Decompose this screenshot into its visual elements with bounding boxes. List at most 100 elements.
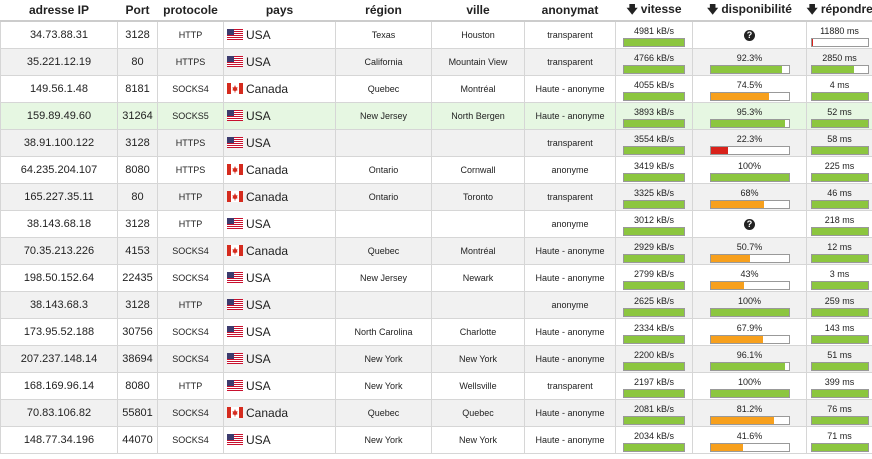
protocol-cell: HTTPS [157, 48, 224, 76]
country-name: USA [246, 298, 271, 312]
anonymity-cell: transparent [524, 48, 616, 76]
protocol-cell: SOCKS4 [157, 75, 224, 103]
table-row[interactable]: 165.227.35.11 80 HTTP Canada Ontario Toronto t… [0, 183, 872, 211]
availability-meter-value: 92.3% [736, 52, 763, 63]
speed-meter: 3554 kB/s [623, 132, 685, 155]
availability-meter-bar [709, 172, 790, 182]
anonymity-cell: Haute - anonyme [524, 264, 616, 292]
port-cell: 4153 [117, 237, 158, 265]
speed-meter-value: 3325 kB/s [633, 187, 675, 198]
country-cell: USA [223, 264, 336, 292]
usa-flag-icon [227, 353, 243, 364]
table-row[interactable]: 38.91.100.122 3128 HTTPS USA transparent 3554… [0, 129, 872, 157]
column-header-9[interactable]: 🡇 répondre [806, 0, 872, 22]
table-row[interactable]: 35.221.12.19 80 HTTPS USA California Mountain… [0, 48, 872, 76]
sort-arrow-icon[interactable]: 🡇 [807, 4, 818, 16]
table-row[interactable]: 207.237.148.14 38694 SOCKS4 USA New York New … [0, 345, 872, 373]
sort-arrow-icon[interactable]: 🡇 [707, 4, 718, 16]
response-meter-bar [810, 307, 869, 317]
anonymity-cell: Haute - anonyme [524, 237, 616, 265]
availability-meter-value: 81.2% [736, 403, 763, 414]
anonymity-cell: transparent [524, 372, 616, 400]
response-meter-bar [810, 118, 869, 128]
availability-meter: 92.3% [709, 51, 790, 74]
response-meter: 52 ms [810, 105, 869, 128]
sort-arrow-icon[interactable]: 🡇 [626, 4, 637, 16]
response-cell: 399 ms [806, 372, 872, 400]
anonymity-cell: anonyme [524, 156, 616, 184]
table-row[interactable]: 168.169.96.14 8080 HTTP USA New York Wellsvil… [0, 372, 872, 400]
availability-meter: 100% [709, 375, 790, 398]
column-header-label: ville [466, 3, 490, 17]
ip-cell: 70.35.213.226 [0, 237, 118, 265]
country-name: USA [246, 28, 271, 42]
region-cell: New Jersey [335, 102, 432, 130]
response-meter-value: 46 ms [827, 187, 852, 198]
column-header-label: pays [265, 3, 294, 17]
ip-cell: 173.95.52.188 [0, 318, 118, 346]
table-row[interactable]: 159.89.49.60 31264 SOCKS5 USA New Jersey Nort… [0, 102, 872, 130]
speed-meter-bar [623, 37, 685, 47]
response-meter-value: 71 ms [827, 430, 852, 441]
table-row[interactable]: 38.143.68.18 3128 HTTP USA anonyme 3012 kB/s?… [0, 210, 872, 238]
availability-meter: 95.3% [709, 105, 790, 128]
availability-meter: 67.9% [709, 321, 790, 344]
response-meter-fill [811, 173, 868, 181]
response-meter-value: 399 ms [824, 376, 855, 387]
speed-cell: 4981 kB/s [615, 20, 693, 49]
table-row[interactable]: 149.56.1.48 8181 SOCKS4 Canada Quebec Montréa… [0, 75, 872, 103]
speed-meter-fill [624, 362, 684, 370]
table-row[interactable]: 38.143.68.3 3128 HTTP USA anonyme 2625 kB/s 10… [0, 291, 872, 319]
response-meter-fill [811, 416, 868, 424]
table-row[interactable]: 34.73.88.31 3128 HTTP USA Texas Houston transp… [0, 20, 872, 49]
availability-meter-value: 74.5% [736, 79, 763, 90]
availability-meter: 100% [709, 159, 790, 182]
column-header-8[interactable]: 🡇 disponibilité [692, 0, 807, 22]
speed-meter-value: 4981 kB/s [633, 25, 675, 36]
protocol-cell: SOCKS4 [157, 399, 224, 427]
country-name: Canada [246, 406, 289, 420]
availability-cell: 100% [692, 156, 807, 184]
table-row[interactable]: 148.77.34.196 44070 SOCKS4 USA New York New Y… [0, 426, 872, 454]
speed-meter-fill [624, 146, 684, 154]
country-cell: USA [223, 102, 336, 130]
response-meter: 218 ms [810, 213, 869, 236]
table-row[interactable]: 70.83.106.82 55801 SOCKS4 Canada Quebec Quebe… [0, 399, 872, 427]
table-body: 34.73.88.31 3128 HTTP USA Texas Houston transp… [0, 20, 872, 454]
protocol-cell: HTTP [157, 372, 224, 400]
country-cell: USA [223, 20, 336, 49]
speed-meter-value: 2081 kB/s [633, 403, 675, 414]
column-header-7[interactable]: 🡇 vitesse [615, 0, 693, 22]
table-row[interactable]: 198.50.152.64 22435 SOCKS4 USA New Jersey New… [0, 264, 872, 292]
column-header-label: protocole [163, 3, 218, 17]
table-row[interactable]: 64.235.204.107 8080 HTTPS Canada Ontario Corn… [0, 156, 872, 184]
availability-meter-value: 22.3% [736, 133, 763, 144]
city-cell [431, 210, 525, 238]
availability-meter-bar [709, 388, 790, 398]
speed-meter: 3893 kB/s [623, 105, 685, 128]
table-row[interactable]: 70.35.213.226 4153 SOCKS4 Canada Quebec Montr… [0, 237, 872, 265]
column-header-2: protocole [157, 0, 224, 22]
table-row[interactable]: 173.95.52.188 30756 SOCKS4 USA North Carolin… [0, 318, 872, 346]
country-cell: USA [223, 48, 336, 76]
response-meter-fill [811, 65, 854, 73]
response-cell: 3 ms [806, 264, 872, 292]
region-cell: California [335, 48, 432, 76]
availability-meter-bar [709, 64, 790, 74]
speed-meter-bar [623, 91, 685, 101]
speed-meter-fill [624, 38, 684, 46]
speed-meter-fill [624, 308, 684, 316]
availability-meter: 43% [709, 267, 790, 290]
port-cell: 80 [117, 183, 158, 211]
response-meter-bar [810, 442, 869, 452]
city-cell: Charlotte [431, 318, 525, 346]
speed-cell: 2929 kB/s [615, 237, 693, 265]
speed-meter-fill [624, 389, 684, 397]
availability-meter-fill [710, 200, 764, 208]
speed-meter-bar [623, 253, 685, 263]
column-header-label: Port [125, 3, 150, 17]
ip-cell: 38.143.68.3 [0, 291, 118, 319]
availability-meter-fill [710, 119, 785, 127]
speed-cell: 2034 kB/s [615, 426, 693, 454]
protocol-cell: SOCKS4 [157, 426, 224, 454]
